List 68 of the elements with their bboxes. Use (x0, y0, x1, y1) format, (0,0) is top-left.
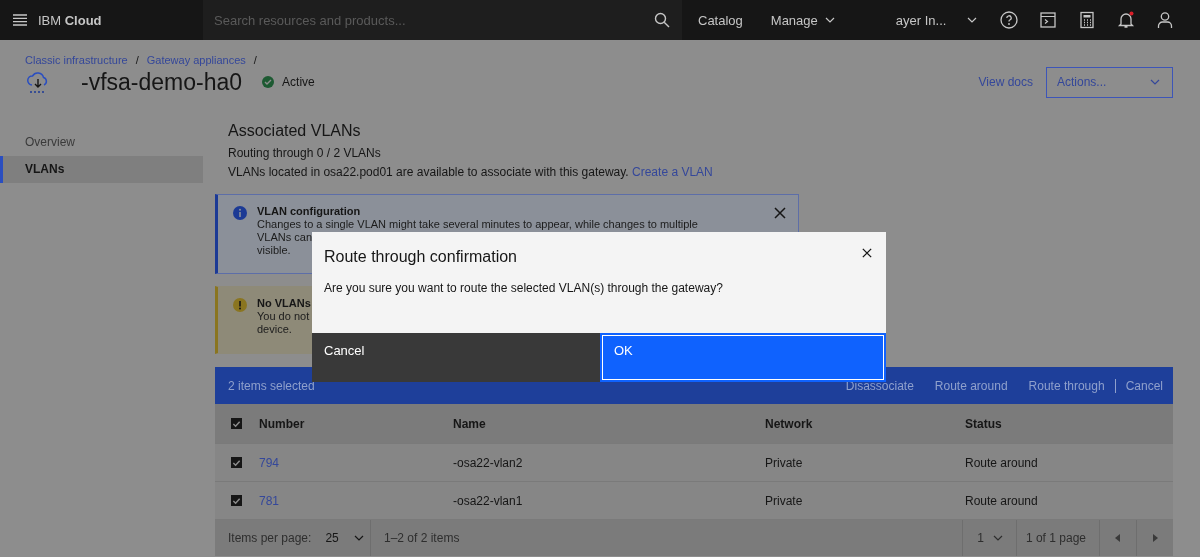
manage-menu[interactable]: Manage (770, 12, 836, 28)
view-docs-link[interactable]: View docs (978, 75, 1033, 89)
close-icon[interactable] (774, 207, 786, 219)
column-header[interactable]: Number (259, 416, 453, 431)
check-circle-icon (262, 76, 275, 88)
modal-message: Are you sure you want to route the selected VLAN(s) through the gateway? (323, 280, 724, 297)
page-count: 1 of 1 page (1024, 531, 1087, 545)
catalog-link[interactable]: Catalog (698, 12, 743, 28)
actions-dropdown[interactable]: Actions... (1046, 66, 1173, 98)
brand-name[interactable]: IBM Cloud (38, 12, 203, 28)
batch-action-button[interactable]: Route around (934, 378, 1008, 393)
notification-title: VLAN configuration (257, 205, 361, 218)
modal-title: Route through confirmation (324, 248, 517, 266)
previous-page-icon[interactable] (1115, 534, 1121, 542)
info-icon (233, 206, 247, 220)
menu-icon[interactable] (13, 14, 27, 26)
ok-button[interactable]: OK (600, 333, 886, 382)
table-cell-text: -osa22-vlan2 (453, 455, 524, 470)
calculator-icon[interactable] (1078, 11, 1097, 29)
table-cell-text: Route around (965, 493, 1039, 508)
vlan-number-link[interactable]: 781 (259, 493, 453, 508)
breadcrumb-separator: / (135, 54, 139, 66)
notification-title: No VLANs (257, 297, 311, 310)
breadcrumb-link[interactable]: Gateway appliances (146, 54, 246, 66)
items-per-page-label: Items per page: (228, 531, 312, 545)
checkbox[interactable] (231, 457, 242, 468)
account-switcher[interactable]: ayer In... (895, 12, 979, 28)
user-icon[interactable] (1156, 11, 1175, 29)
warning-icon (233, 298, 247, 312)
create-vlan-link[interactable]: Create a VLAN (632, 165, 713, 179)
page-select[interactable]: 1 (962, 520, 1017, 556)
sidebar-item[interactable]: VLANs (0, 156, 203, 183)
next-page-icon[interactable] (1152, 534, 1158, 542)
routing-summary: Routing through 0 / 2 VLANs (228, 146, 382, 160)
breadcrumb-link[interactable]: Classic infrastructure (25, 54, 128, 66)
vlan-number-link[interactable]: 794 (259, 455, 453, 470)
column-header[interactable]: Name (453, 416, 765, 431)
table-cell-text: Route around (965, 455, 1039, 470)
search-icon[interactable] (654, 12, 670, 28)
page-size-select[interactable]: 25 (325, 531, 365, 545)
checkbox[interactable] (231, 418, 242, 429)
sidebar-item[interactable]: Overview (0, 129, 203, 156)
status-label: Active (282, 75, 315, 89)
close-icon[interactable] (862, 248, 872, 258)
notification-text: device. (257, 323, 292, 336)
breadcrumb-separator: / (253, 54, 257, 66)
help-icon[interactable] (1000, 11, 1019, 29)
column-header[interactable]: Network (765, 416, 965, 431)
cancel-button[interactable]: Cancel (312, 333, 600, 382)
search-field[interactable]: Search resources and products... (203, 0, 682, 40)
page-title: -vfsa-demo-ha0 (81, 68, 243, 96)
column-header[interactable]: Status (965, 416, 1115, 431)
notification-text: VLANs can (257, 231, 313, 244)
notification-bell-icon[interactable] (1117, 11, 1136, 29)
terminal-icon[interactable] (1039, 11, 1058, 29)
notification-text: visible. (257, 244, 291, 257)
batch-action-button[interactable]: Route through (1028, 378, 1105, 393)
item-range: 1–2 of 2 items (383, 531, 461, 545)
table-cell-text: Private (765, 455, 804, 470)
notification-text: You do not (257, 310, 310, 323)
table-cell-text: -osa22-vlan1 (453, 493, 524, 508)
cloud-download-icon (26, 70, 50, 94)
batch-action-button[interactable]: Cancel (1125, 378, 1163, 393)
section-title: Associated VLANs (228, 122, 362, 140)
section-description: VLANs located in osa22.pod01 are available to associate with this gateway. (228, 165, 629, 179)
table-cell-text: Private (765, 493, 804, 508)
notification-text: Changes to a single VLAN might take several minutes to appear, while changes to multiple (257, 218, 698, 231)
checkbox[interactable] (231, 495, 242, 506)
